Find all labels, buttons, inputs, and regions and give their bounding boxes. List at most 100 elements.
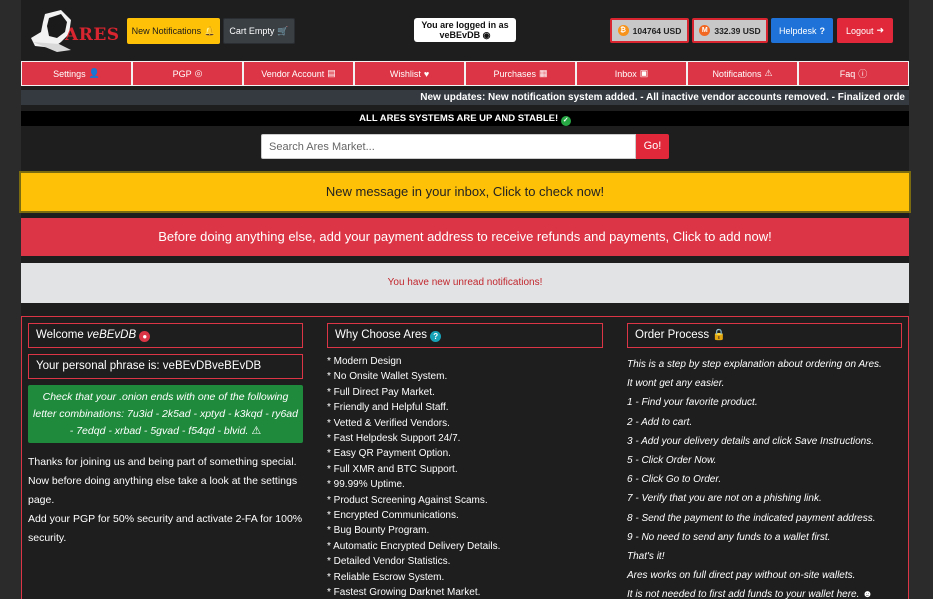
notifications-label: New Notifications bbox=[131, 26, 202, 36]
helpdesk-label: Helpdesk bbox=[778, 25, 817, 36]
nav-purchases[interactable]: Purchases ▦ bbox=[465, 61, 576, 86]
bell-icon: 🔔 bbox=[204, 25, 216, 36]
onion-check-box: Check that your .onion ends with one of … bbox=[28, 385, 303, 443]
cash-register-icon: ▦ bbox=[539, 68, 548, 78]
list-item: * Bug Bounty Program. bbox=[327, 525, 430, 537]
ares-logo[interactable]: ARES bbox=[31, 8, 120, 52]
nav-label: Purchases bbox=[493, 68, 536, 79]
btc-balance-value: 104764 USD bbox=[632, 25, 682, 36]
list-item: Ares works on full direct pay without on… bbox=[627, 570, 856, 582]
nav-label: Settings bbox=[53, 68, 86, 79]
list-item: * Modern Design bbox=[327, 356, 402, 367]
nav-inbox[interactable]: Inbox ▣ bbox=[576, 61, 687, 86]
order-process-header: Order Process 🔒 bbox=[627, 323, 902, 348]
warning-icon: ⚠ bbox=[251, 425, 262, 437]
list-item: 6 - Click Go to Order. bbox=[627, 474, 722, 486]
info-icon: ⓘ bbox=[858, 69, 868, 79]
notifications-alert[interactable]: You have new unread notifications! bbox=[21, 263, 909, 303]
list-item: * Vetted & Verified Vendors. bbox=[327, 417, 450, 429]
nav-faq[interactable]: Faq ⓘ bbox=[798, 61, 909, 86]
question-circle-icon: ? bbox=[430, 331, 442, 342]
smile-icon: ☻ bbox=[862, 589, 873, 599]
updates-ticker: New updates: New notification system add… bbox=[21, 90, 909, 105]
list-item: It is not needed to first add funds to y… bbox=[627, 585, 902, 599]
page-container: ARES New Notifications 🔔 Cart Empty 🛒 Yo… bbox=[19, 0, 911, 599]
nav-label: PGP bbox=[172, 68, 192, 79]
search-go-button[interactable]: Go! bbox=[636, 134, 669, 159]
welcome-text: Thanks for joining us and being part of … bbox=[28, 453, 303, 548]
list-item: * Reliable Escrow System. bbox=[327, 571, 445, 583]
list-item: 5 - Click Order Now. bbox=[627, 455, 717, 467]
list-item: 1 - Find your favorite product. bbox=[627, 397, 758, 409]
order-steps: This is a step by step explanation about… bbox=[627, 355, 902, 599]
system-status-bar: ALL ARES SYSTEMS ARE UP AND STABLE! ✓ bbox=[21, 111, 909, 126]
list-item: * Fast Helpdesk Support 24/7. bbox=[327, 433, 461, 445]
new-notifications-button[interactable]: New Notifications 🔔 bbox=[127, 18, 220, 44]
main-nav: Settings 👤 PGP ◎ Vendor Account ▤ Wishlist ♥… bbox=[21, 61, 909, 86]
list-item: * Encrypted Communications. bbox=[327, 510, 459, 522]
btc-balance-button[interactable]: ₿ 104764 USD bbox=[610, 18, 689, 43]
list-item: * Full XMR and BTC Support. bbox=[327, 463, 458, 475]
welcome-column: Welcome veBEvDB ● Your personal phrase i… bbox=[28, 323, 303, 548]
order-process-title: Order Process bbox=[635, 329, 710, 341]
why-choose-column: Why Choose Ares ? * Modern Design * No O… bbox=[327, 323, 603, 599]
logout-button[interactable]: Logout ➜ bbox=[837, 18, 893, 43]
user-circle-icon: ◉ bbox=[482, 30, 491, 40]
nav-label: Notifications bbox=[712, 68, 762, 79]
nav-label: Wishlist bbox=[389, 68, 421, 79]
cart-button[interactable]: Cart Empty 🛒 bbox=[223, 18, 295, 44]
list-item: 7 - Verify that you are not on a phishin… bbox=[627, 493, 822, 505]
why-choose-title: Why Choose Ares bbox=[335, 329, 428, 341]
login-status: You are logged in as veBEvDB ◉ bbox=[414, 18, 516, 42]
logo-text: ARES bbox=[65, 25, 120, 45]
nav-label: Faq bbox=[839, 68, 856, 79]
list-item: * Automatic Encrypted Delivery Details. bbox=[327, 540, 501, 552]
welcome-paragraph: Thanks for joining us and being part of … bbox=[28, 456, 298, 506]
order-process-column: Order Process 🔒 This is a step by step e… bbox=[627, 323, 902, 599]
welcome-prefix: Welcome bbox=[36, 329, 84, 341]
welcome-header: Welcome veBEvDB ● bbox=[28, 323, 303, 348]
cart-icon: 🛒 bbox=[277, 25, 289, 36]
nav-notifications[interactable]: Notifications ⚠ bbox=[687, 61, 798, 86]
nav-wishlist[interactable]: Wishlist ♥ bbox=[354, 61, 465, 86]
fingerprint-icon: ◎ bbox=[194, 68, 203, 78]
helpdesk-button[interactable]: Helpdesk ? bbox=[771, 18, 833, 43]
personal-phrase: Your personal phrase is: veBEvDBveBEvDB bbox=[28, 354, 303, 379]
id-card-icon: ▤ bbox=[327, 68, 336, 78]
check-circle-icon: ✓ bbox=[560, 116, 571, 126]
welcome-paragraph: Add your PGP for 50% security and activa… bbox=[28, 513, 303, 544]
payment-address-alert[interactable]: Before doing anything else, add your pay… bbox=[21, 218, 909, 256]
monero-icon: M bbox=[699, 25, 711, 36]
cart-label: Cart Empty bbox=[229, 26, 275, 36]
nav-label: Vendor Account bbox=[261, 68, 325, 79]
system-status-text: ALL ARES SYSTEMS ARE UP AND STABLE! bbox=[359, 113, 559, 124]
list-item: * No Onsite Wallet System. bbox=[327, 371, 448, 383]
list-item: * Detailed Vendor Statistics. bbox=[327, 556, 451, 568]
inbox-alert[interactable]: New message in your inbox, Click to chec… bbox=[19, 171, 911, 213]
heart-icon: ♥ bbox=[423, 68, 430, 79]
logout-label: Logout bbox=[845, 25, 874, 36]
feature-list: * Modern Design * No Onsite Wallet Syste… bbox=[327, 354, 603, 599]
nav-label: Inbox bbox=[614, 68, 637, 79]
step-text: It is not needed to first add funds to y… bbox=[627, 589, 860, 599]
warning-icon: ⚠ bbox=[764, 68, 773, 78]
list-item: 8 - Send the payment to the indicated pa… bbox=[627, 512, 876, 524]
xmr-balance-value: 332.39 USD bbox=[714, 25, 761, 36]
user-gear-icon: 👤 bbox=[88, 68, 100, 78]
nav-pgp[interactable]: PGP ◎ bbox=[132, 61, 243, 86]
question-icon: ? bbox=[819, 25, 826, 36]
nav-vendor-account[interactable]: Vendor Account ▤ bbox=[243, 61, 354, 86]
list-item: * 99.99% Uptime. bbox=[327, 479, 405, 491]
login-username: veBEvDB bbox=[439, 30, 481, 40]
list-item: * Easy QR Payment Option. bbox=[327, 448, 451, 460]
list-item: That's it! bbox=[627, 551, 665, 563]
nav-settings[interactable]: Settings 👤 bbox=[21, 61, 132, 86]
list-item: * Product Screening Against Scams. bbox=[327, 494, 488, 506]
list-item: This is a step by step explanation about… bbox=[627, 359, 882, 370]
xmr-balance-button[interactable]: M 332.39 USD bbox=[692, 18, 768, 43]
search-input[interactable] bbox=[261, 134, 636, 159]
list-item: 9 - No need to send any funds to a walle… bbox=[627, 531, 831, 543]
login-status-line: You are logged in as bbox=[421, 20, 509, 30]
list-item: * Full Direct Pay Market. bbox=[327, 386, 435, 398]
list-item: * Fastest Growing Darknet Market. bbox=[327, 587, 481, 599]
